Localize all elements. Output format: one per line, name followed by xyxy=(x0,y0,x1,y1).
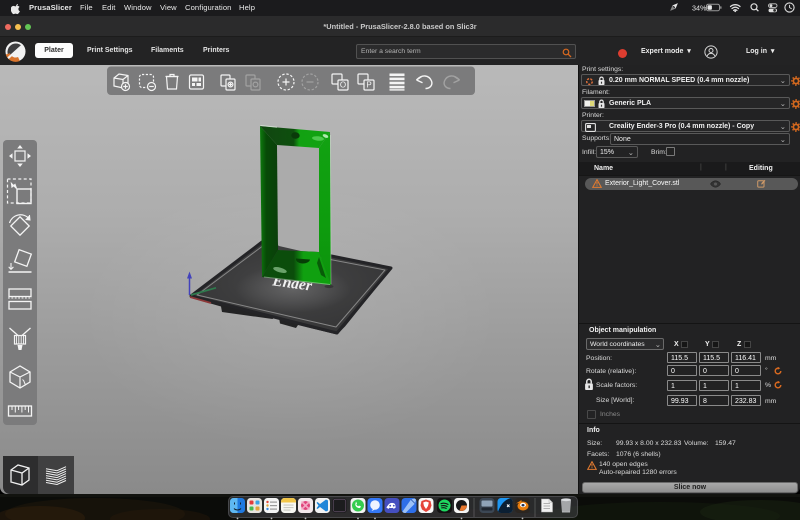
svg-text:P: P xyxy=(366,81,371,90)
svg-text:O: O xyxy=(340,81,346,90)
svg-text:34%: 34% xyxy=(692,4,707,13)
